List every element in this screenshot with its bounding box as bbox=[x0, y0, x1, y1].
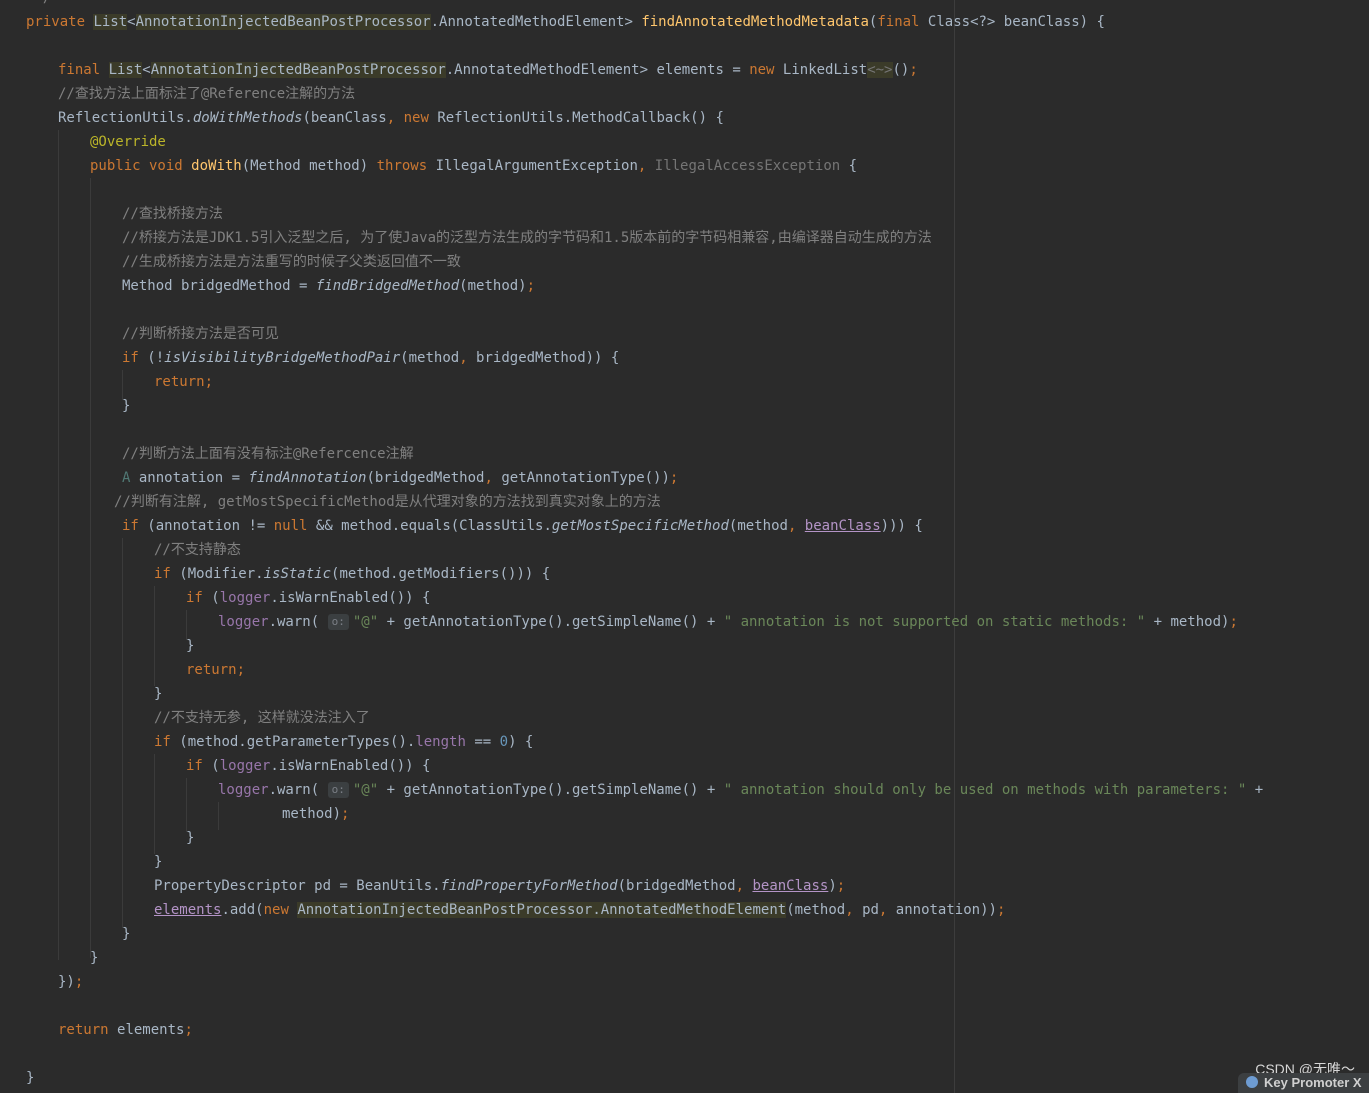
code-line: return; bbox=[186, 662, 246, 678]
code-line: logger.warn( o: "@" + getAnnotationType()… bbox=[218, 614, 1238, 630]
code-line: } bbox=[90, 950, 99, 966]
indent-guide bbox=[154, 754, 155, 854]
key-promoter-label: Key Promoter X bbox=[1264, 1075, 1362, 1090]
parameter-hint: o: bbox=[327, 614, 349, 630]
code-line: } bbox=[154, 686, 163, 702]
code-line: } bbox=[186, 638, 195, 654]
code-comment: //查找桥接方法 bbox=[122, 206, 223, 222]
code-line: } bbox=[26, 1070, 35, 1086]
code-line: }); bbox=[58, 974, 84, 990]
indent-guide bbox=[218, 802, 219, 830]
code-line: if (logger.isWarnEnabled()) { bbox=[186, 758, 431, 774]
code-line: ReflectionUtils.doWithMethods(beanClass,… bbox=[58, 110, 724, 126]
code-line: method); bbox=[282, 806, 350, 822]
code-comment: //判断桥接方法是否可见 bbox=[122, 326, 279, 342]
code-line: A annotation = findAnnotation(bridgedMet… bbox=[122, 470, 679, 486]
code-line: return; bbox=[154, 374, 214, 390]
code-line: Method bridgedMethod = findBridgedMethod… bbox=[122, 278, 536, 294]
right-margin-guide bbox=[954, 0, 955, 1093]
code-line: elements.add(new AnnotationInjectedBeanP… bbox=[154, 902, 1006, 918]
code-line: final List<AnnotationInjectedBeanPostPro… bbox=[58, 62, 918, 78]
code-line: if (!isVisibilityBridgeMethodPair(method… bbox=[122, 350, 620, 366]
indent-guide bbox=[154, 586, 155, 686]
parameter-hint: o: bbox=[327, 782, 349, 798]
code-line: public void doWith(Method method) throws… bbox=[90, 158, 858, 174]
code-line: PropertyDescriptor pd = BeanUtils.findPr… bbox=[154, 878, 846, 894]
code-line: } bbox=[122, 398, 131, 414]
code-line: if (annotation != null && method.equals(… bbox=[122, 518, 923, 534]
code-line: if (Modifier.isStatic(method.getModifier… bbox=[154, 566, 551, 582]
code-line: } bbox=[122, 926, 131, 942]
code-line: } bbox=[186, 830, 195, 846]
indent-guide bbox=[186, 778, 187, 832]
indent-guide bbox=[122, 538, 123, 928]
code-comment: //判断方法上面有没有标注@Refercence注解 bbox=[122, 446, 414, 462]
code-line: logger.warn( o: "@" + getAnnotationType()… bbox=[218, 782, 1264, 798]
indent-guide bbox=[58, 130, 59, 960]
key-promoter-badge[interactable]: Key Promoter X bbox=[1238, 1073, 1369, 1093]
code-line: private List<AnnotationInjectedBeanPostP… bbox=[26, 14, 1105, 30]
code-comment: //不支持无参, 这样就没法注入了 bbox=[154, 710, 370, 726]
code-line: return elements; bbox=[58, 1022, 193, 1038]
code-line: if (logger.isWarnEnabled()) { bbox=[186, 590, 431, 606]
code-comment: //不支持静态 bbox=[154, 542, 241, 558]
code-line: @Override bbox=[90, 134, 166, 150]
code-editor[interactable]: */ private List<AnnotationInjectedBeanPo… bbox=[0, 0, 1369, 1093]
code-comment: //查找方法上面标注了@Reference注解的方法 bbox=[58, 86, 356, 102]
code-comment: //桥接方法是JDK1.5引入泛型之后, 为了使Java的泛型方法生成的字节码和… bbox=[122, 230, 932, 246]
indent-guide bbox=[90, 178, 91, 958]
code-line: if (method.getParameterTypes().length ==… bbox=[154, 734, 534, 750]
code-comment: //生成桥接方法是方法重写的时候子父类返回值不一致 bbox=[122, 254, 461, 270]
code-line: */ bbox=[26, 0, 51, 10]
code-line: } bbox=[154, 854, 163, 870]
key-promoter-icon bbox=[1246, 1076, 1258, 1088]
code-comment: //判断有注解, getMostSpecificMethod是从代理对象的方法找… bbox=[114, 494, 661, 510]
